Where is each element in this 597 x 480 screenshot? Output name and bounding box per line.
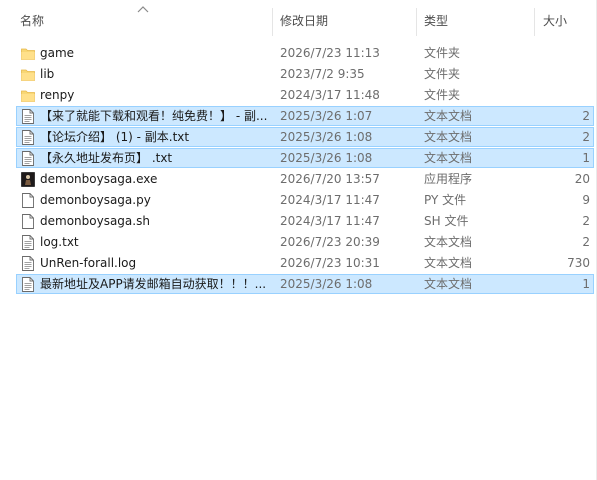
column-divider[interactable] bbox=[416, 8, 417, 36]
file-row[interactable]: 【论坛介绍】 (1) - 副本.txt 2025/3/26 1:08 文本文档 2 bbox=[0, 127, 597, 148]
file-type: 文本文档 bbox=[424, 130, 473, 144]
text-file-icon bbox=[21, 235, 35, 250]
file-name: 【论坛介绍】 (1) - 副本.txt bbox=[40, 130, 190, 144]
file-name: 【永久地址发布页】 .txt bbox=[40, 151, 173, 165]
file-name: demonboysaga.sh bbox=[40, 214, 150, 228]
file-date: 2024/3/17 11:47 bbox=[280, 193, 380, 207]
file-size: 1 bbox=[582, 151, 590, 165]
column-header-size[interactable]: 大小 bbox=[537, 6, 593, 36]
file-date: 2026/7/20 13:57 bbox=[280, 172, 380, 186]
folder-icon bbox=[21, 88, 35, 103]
file-size: 730 bbox=[567, 256, 590, 270]
file-row[interactable]: demonboysaga.exe 2026/7/20 13:57 应用程序 20 bbox=[0, 169, 597, 190]
file-date: 2023/7/2 9:35 bbox=[280, 67, 365, 81]
text-file-icon bbox=[21, 109, 35, 124]
text-file-icon bbox=[21, 256, 35, 271]
file-size: 2 bbox=[582, 235, 590, 249]
file-row[interactable]: lib 2023/7/2 9:35 文件夹 bbox=[0, 64, 597, 85]
file-name: log.txt bbox=[40, 235, 79, 249]
file-row[interactable]: demonboysaga.sh 2024/3/17 11:47 SH 文件 2 bbox=[0, 211, 597, 232]
file-size: 2 bbox=[582, 214, 590, 228]
file-date: 2025/3/26 1:08 bbox=[280, 277, 373, 291]
file-row[interactable]: log.txt 2026/7/23 20:39 文本文档 2 bbox=[0, 232, 597, 253]
file-name: UnRen-forall.log bbox=[40, 256, 137, 270]
file-date: 2025/3/26 1:08 bbox=[280, 151, 373, 165]
file-name: renpy bbox=[40, 88, 75, 102]
file-name: 最新地址及APP请发邮箱自动获取！！！... bbox=[40, 277, 267, 291]
file-row[interactable]: UnRen-forall.log 2026/7/23 10:31 文本文档 730 bbox=[0, 253, 597, 274]
file-size: 2 bbox=[582, 130, 590, 144]
file-type: 文本文档 bbox=[424, 277, 473, 291]
column-divider[interactable] bbox=[272, 8, 273, 36]
file-row[interactable]: game 2026/7/23 11:13 文件夹 bbox=[0, 43, 597, 64]
file-row[interactable]: 最新地址及APP请发邮箱自动获取！！！... 2025/3/26 1:08 文本文档… bbox=[0, 274, 597, 295]
column-header-bar: 名称 修改日期 类型 大小 bbox=[0, 0, 597, 40]
file-type: 应用程序 bbox=[424, 172, 473, 186]
file-name: lib bbox=[40, 67, 55, 81]
text-file-icon bbox=[21, 151, 35, 166]
file-size: 1 bbox=[582, 277, 590, 291]
folder-icon bbox=[21, 67, 35, 82]
file-date: 2026/7/23 11:13 bbox=[280, 46, 380, 60]
file-type: PY 文件 bbox=[424, 193, 467, 207]
file-rows: game 2026/7/23 11:13 文件夹 lib 2023/7/2 9:35 文件… bbox=[0, 43, 597, 295]
text-file-icon bbox=[21, 277, 35, 292]
file-name: demonboysaga.py bbox=[40, 193, 151, 207]
file-type: 文件夹 bbox=[424, 88, 461, 102]
file-size: 9 bbox=[582, 193, 590, 207]
file-row[interactable]: renpy 2024/3/17 11:48 文件夹 bbox=[0, 85, 597, 106]
column-divider[interactable] bbox=[534, 8, 535, 36]
file-type: 文本文档 bbox=[424, 151, 473, 165]
file-size: 20 bbox=[574, 172, 590, 186]
file-name: demonboysaga.exe bbox=[40, 172, 158, 186]
file-row[interactable]: 【来了就能下载和观看！纯免费！】 - 副... 2025/3/26 1:07 文本文… bbox=[0, 106, 597, 127]
file-date: 2026/7/23 20:39 bbox=[280, 235, 380, 249]
file-type: 文本文档 bbox=[424, 235, 473, 249]
file-date: 2026/7/23 10:31 bbox=[280, 256, 380, 270]
file-list-pane: 名称 修改日期 类型 大小 game 2026/7/23 11:13 文件夹 lib 2… bbox=[0, 0, 597, 480]
blank-file-icon bbox=[21, 193, 35, 208]
app-icon bbox=[21, 172, 35, 187]
file-date: 2024/3/17 11:47 bbox=[280, 214, 380, 228]
file-date: 2024/3/17 11:48 bbox=[280, 88, 380, 102]
file-date: 2025/3/26 1:07 bbox=[280, 109, 373, 123]
column-header-type[interactable]: 类型 bbox=[418, 6, 534, 36]
folder-icon bbox=[21, 46, 35, 61]
file-type: 文本文档 bbox=[424, 256, 473, 270]
file-type: SH 文件 bbox=[424, 214, 469, 228]
file-row[interactable]: demonboysaga.py 2024/3/17 11:47 PY 文件 9 bbox=[0, 190, 597, 211]
column-header-name[interactable]: 名称 bbox=[14, 6, 272, 36]
file-date: 2025/3/26 1:08 bbox=[280, 130, 373, 144]
file-type: 文件夹 bbox=[424, 67, 461, 81]
file-name: 【来了就能下载和观看！纯免费！】 - 副... bbox=[40, 109, 268, 123]
file-type: 文本文档 bbox=[424, 109, 473, 123]
column-header-date[interactable]: 修改日期 bbox=[274, 6, 416, 36]
file-row[interactable]: 【永久地址发布页】 .txt 2025/3/26 1:08 文本文档 1 bbox=[0, 148, 597, 169]
file-type: 文件夹 bbox=[424, 46, 461, 60]
file-name: game bbox=[40, 46, 75, 60]
file-size: 2 bbox=[582, 109, 590, 123]
text-file-icon bbox=[21, 130, 35, 145]
blank-file-icon bbox=[21, 214, 35, 229]
